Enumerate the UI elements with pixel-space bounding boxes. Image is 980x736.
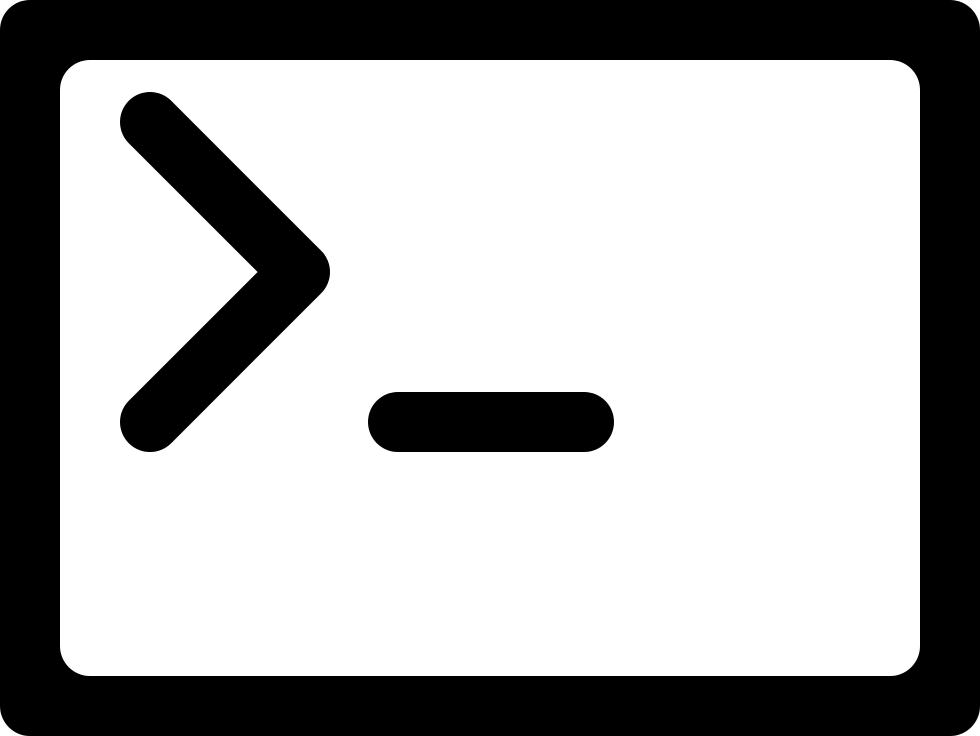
terminal-icon	[0, 0, 980, 736]
